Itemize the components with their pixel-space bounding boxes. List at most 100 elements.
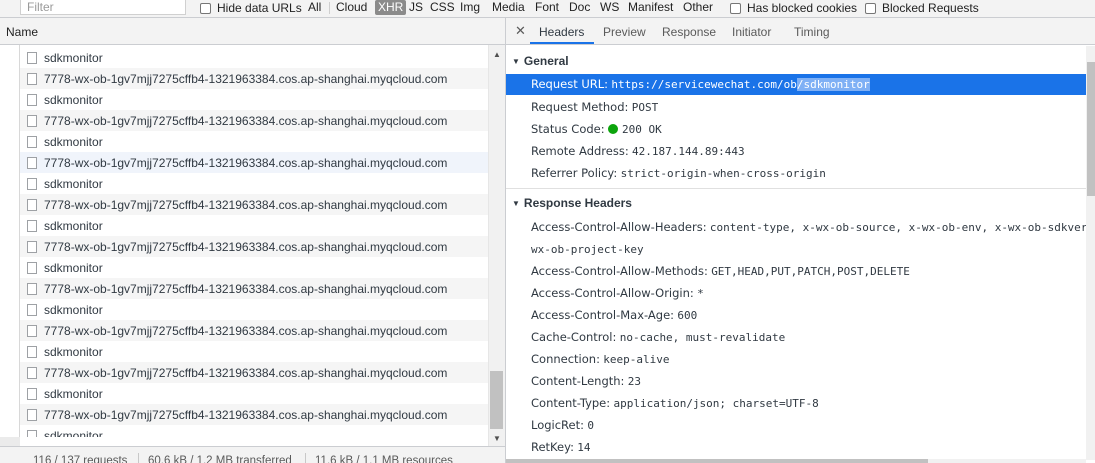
hide-data-urls-checkbox[interactable]: Hide data URLs <box>200 0 302 16</box>
type-filter-cloud[interactable]: Cloud <box>336 0 367 15</box>
scrollbar-thumb[interactable] <box>1087 62 1095 196</box>
response-header-row: Access-Control-Allow-Headers: content-ty… <box>531 220 1086 234</box>
file-icon <box>27 51 37 64</box>
tab-response[interactable]: Response <box>662 25 716 39</box>
general-section-toggle[interactable]: ▼ General <box>512 54 569 68</box>
headers-horizontal-scrollbar[interactable] <box>506 459 1086 463</box>
type-filter-doc[interactable]: Doc <box>569 0 590 15</box>
request-name: sdkmonitor <box>44 344 103 359</box>
response-headers-section-toggle[interactable]: ▼ Response Headers <box>512 196 632 210</box>
request-url-highlight: /sdkmonitor <box>796 78 870 91</box>
request-row[interactable]: 7778-wx-ob-1gv7mjj7275cffb4-1321963384.c… <box>20 110 488 131</box>
header-value: keep-alive <box>603 353 670 366</box>
header-name: RetKey: <box>531 440 574 454</box>
file-icon <box>27 72 37 85</box>
file-icon <box>27 261 37 274</box>
request-row[interactable]: 7778-wx-ob-1gv7mjj7275cffb4-1321963384.c… <box>20 320 488 341</box>
resources-size: 11.6 kB / 1.1 MB resources <box>315 455 453 463</box>
tab-initiator[interactable]: Initiator <box>732 25 771 39</box>
header-value: content-type, x-wx-ob-source, x-wx-ob-en… <box>709 221 1086 234</box>
request-row[interactable]: sdkmonitor <box>20 425 488 437</box>
request-row[interactable]: 7778-wx-ob-1gv7mjj7275cffb4-1321963384.c… <box>20 152 488 173</box>
tab-preview[interactable]: Preview <box>603 25 646 39</box>
request-url-value: https://servicewechat.com/ob/sdkmonitor <box>611 78 870 91</box>
scroll-down-arrow-icon[interactable]: ▼ <box>493 434 501 443</box>
request-row[interactable]: 7778-wx-ob-1gv7mjj7275cffb4-1321963384.c… <box>20 68 488 89</box>
type-filter-ws[interactable]: WS <box>600 0 619 15</box>
tab-timing[interactable]: Timing <box>794 25 830 39</box>
request-row[interactable]: sdkmonitor <box>20 215 488 236</box>
type-filter-font[interactable]: Font <box>535 0 559 15</box>
response-header-row: Content-Type: application/json; charset=… <box>531 396 819 410</box>
remote-address-row: Remote Address: 42.187.144.89:443 <box>531 144 745 158</box>
list-gutter <box>0 45 20 437</box>
response-header-row-continued: wx-ob-project-key <box>531 242 644 256</box>
header-value: application/json; charset=UTF-8 <box>613 397 819 410</box>
request-row[interactable]: sdkmonitor <box>20 131 488 152</box>
request-row[interactable]: sdkmonitor <box>20 173 488 194</box>
scroll-up-arrow-icon[interactable]: ▲ <box>493 50 501 59</box>
request-row[interactable]: sdkmonitor <box>20 89 488 110</box>
request-name: 7778-wx-ob-1gv7mjj7275cffb4-1321963384.c… <box>44 197 448 212</box>
request-row[interactable]: 7778-wx-ob-1gv7mjj7275cffb4-1321963384.c… <box>20 278 488 299</box>
response-header-row: RetKey: 14 <box>531 440 591 454</box>
has-blocked-cookies-label: Has blocked cookies <box>747 1 858 15</box>
request-row[interactable]: 7778-wx-ob-1gv7mjj7275cffb4-1321963384.c… <box>20 362 488 383</box>
close-icon[interactable]: ✕ <box>515 23 526 39</box>
headers-scrollbar[interactable] <box>1086 46 1095 460</box>
type-filter-other[interactable]: Other <box>683 0 713 15</box>
header-name: Request Method: <box>531 100 629 114</box>
type-filter-css[interactable]: CSS <box>430 0 455 15</box>
request-name: 7778-wx-ob-1gv7mjj7275cffb4-1321963384.c… <box>44 155 448 170</box>
request-row[interactable]: sdkmonitor <box>20 47 488 68</box>
request-name: sdkmonitor <box>44 302 103 317</box>
header-value: wx-ob-project-key <box>531 243 644 256</box>
type-filter-js[interactable]: JS <box>409 0 423 15</box>
request-row[interactable]: sdkmonitor <box>20 341 488 362</box>
expand-triangle-icon: ▼ <box>512 57 520 66</box>
header-name: Referrer Policy: <box>531 166 618 180</box>
scrollbar-thumb[interactable] <box>490 371 503 429</box>
type-filter-manifest[interactable]: Manifest <box>628 0 673 15</box>
file-icon <box>27 282 37 295</box>
header-value: strict-origin-when-cross-origin <box>620 167 826 180</box>
request-method-row: Request Method: POST <box>531 100 658 114</box>
request-list-scrollbar[interactable]: ▲ ▼ <box>488 45 505 446</box>
status-divider <box>305 453 306 463</box>
header-name: Access-Control-Allow-Headers: <box>531 220 707 234</box>
request-row[interactable]: 7778-wx-ob-1gv7mjj7275cffb4-1321963384.c… <box>20 236 488 257</box>
has-blocked-cookies-checkbox[interactable]: Has blocked cookies <box>730 0 857 16</box>
request-name: sdkmonitor <box>44 260 103 275</box>
header-value: 23 <box>627 375 642 388</box>
file-icon <box>27 240 37 253</box>
type-filter-all[interactable]: All <box>308 0 321 15</box>
header-name: Access-Control-Max-Age: <box>531 308 675 322</box>
header-value: POST <box>631 101 659 114</box>
request-row[interactable]: 7778-wx-ob-1gv7mjj7275cffb4-1321963384.c… <box>20 194 488 215</box>
type-filter-xhr[interactable]: XHR <box>375 0 407 15</box>
name-column-header[interactable]: Name <box>0 18 506 45</box>
request-row[interactable]: sdkmonitor <box>20 299 488 320</box>
blocked-requests-checkbox[interactable]: Blocked Requests <box>865 0 979 16</box>
type-filter-media[interactable]: Media <box>492 0 525 15</box>
file-icon <box>27 366 37 379</box>
filter-input[interactable]: Filter <box>20 0 186 15</box>
type-filter-img[interactable]: Img <box>460 0 480 15</box>
request-row[interactable]: 7778-wx-ob-1gv7mjj7275cffb4-1321963384.c… <box>20 404 488 425</box>
general-section-title: General <box>523 54 569 68</box>
request-row[interactable]: sdkmonitor <box>20 257 488 278</box>
request-row[interactable]: sdkmonitor <box>20 383 488 404</box>
file-icon <box>27 429 37 437</box>
status-divider <box>138 453 139 463</box>
hide-data-urls-label: Hide data URLs <box>217 1 302 15</box>
header-value: no-cache, must-revalidate <box>619 331 786 344</box>
name-column-label: Name <box>6 25 39 39</box>
header-name: Content-Type: <box>531 396 611 410</box>
scrollbar-thumb[interactable] <box>506 459 928 463</box>
headers-panel: ▼ General Request URL: https://servicewec… <box>506 46 1086 460</box>
file-icon <box>27 219 37 232</box>
status-code-row: Status Code: 200 OK <box>531 122 662 136</box>
request-url-row[interactable]: Request URL: https://servicewechat.com/o… <box>506 74 1086 95</box>
request-name: sdkmonitor <box>44 428 103 438</box>
tab-headers[interactable]: Headers <box>539 25 584 39</box>
